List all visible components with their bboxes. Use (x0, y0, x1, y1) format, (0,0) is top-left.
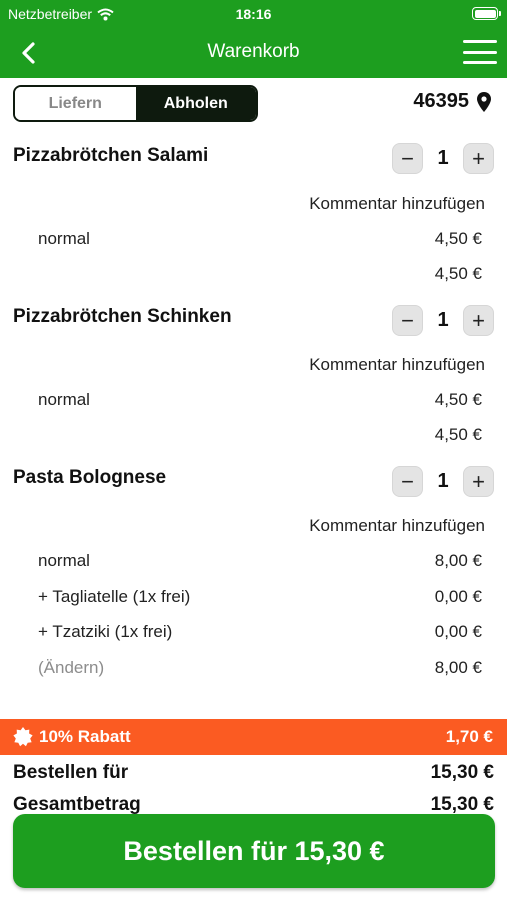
option-price: 0,00 € (434, 622, 482, 641)
discount-label-group: 10% Rabatt (13, 727, 131, 747)
hamburger-menu-icon[interactable] (463, 38, 497, 66)
item-subtotal: 4,50 € (434, 425, 482, 444)
increase-quantity-button[interactable]: + (463, 143, 494, 174)
option-label: normal (38, 551, 90, 570)
quantity-stepper: − 1 + (392, 305, 494, 336)
order-total-value: 15,30 € (430, 762, 494, 783)
cart-item-name: Pizzabrötchen Salami (13, 145, 209, 166)
discount-amount: 1,70 € (445, 727, 493, 746)
quantity-value: 1 (437, 147, 449, 169)
grand-total-value: 15,30 € (430, 794, 494, 814)
page-title: Warenkorb (207, 41, 300, 62)
cart-item-name: Pizzabrötchen Schinken (13, 306, 232, 327)
decrease-quantity-button[interactable]: − (392, 305, 423, 336)
option-price: 4,50 € (434, 390, 482, 409)
quantity-value: 1 (437, 470, 449, 492)
status-time: 18:16 (235, 6, 272, 22)
option-label: normal (38, 229, 90, 248)
increase-quantity-button[interactable]: + (463, 466, 494, 497)
grand-total-row: Gesamtbetrag 15,30 € (13, 794, 494, 814)
increase-quantity-button[interactable]: + (463, 305, 494, 336)
option-label: + Tagliatelle (1x frei) (38, 587, 191, 606)
option-price: 8,00 € (434, 551, 482, 570)
add-comment-link[interactable]: Kommentar hinzufügen (309, 516, 485, 536)
location-selector[interactable]: 46395 (413, 90, 491, 113)
decrease-quantity-button[interactable]: − (392, 466, 423, 497)
add-comment-link[interactable]: Kommentar hinzufügen (309, 194, 485, 214)
battery-icon (472, 7, 501, 20)
order-total-row: Bestellen für 15,30 € (13, 762, 494, 784)
quantity-stepper: − 1 + (392, 143, 494, 174)
grand-total-label: Gesamtbetrag (13, 794, 141, 814)
quantity-value: 1 (437, 309, 449, 331)
discount-badge-icon (13, 727, 33, 747)
option-label: normal (38, 390, 90, 409)
decrease-quantity-button[interactable]: − (392, 143, 423, 174)
discount-banner: 10% Rabatt 1,70 € (0, 719, 507, 755)
option-label: + Tzatziki (1x frei) (38, 622, 173, 641)
change-options-link[interactable]: (Ändern) (38, 658, 104, 678)
location-pin-icon (477, 91, 491, 112)
place-order-button[interactable]: Bestellen für 15,30 € (13, 814, 495, 888)
quantity-stepper: − 1 + (392, 466, 494, 497)
toggle-option-abholen[interactable]: Abholen (135, 87, 256, 120)
zip-code: 46395 (413, 90, 469, 112)
toggle-option-liefern[interactable]: Liefern (15, 87, 136, 120)
nav-bar: Warenkorb (0, 28, 507, 78)
item-subtotal: 8,00 € (434, 658, 482, 677)
item-subtotal: 4,50 € (434, 264, 482, 283)
delivery-mode-toggle: Liefern Abholen (13, 85, 258, 122)
add-comment-link[interactable]: Kommentar hinzufügen (309, 355, 485, 375)
status-bar: Netzbetreiber 18:16 (0, 0, 507, 28)
order-total-label: Bestellen für (13, 762, 129, 783)
option-price: 4,50 € (434, 229, 482, 248)
cart-item-name: Pasta Bolognese (13, 467, 167, 488)
discount-label: 10% Rabatt (39, 727, 131, 746)
option-price: 0,00 € (434, 587, 482, 606)
